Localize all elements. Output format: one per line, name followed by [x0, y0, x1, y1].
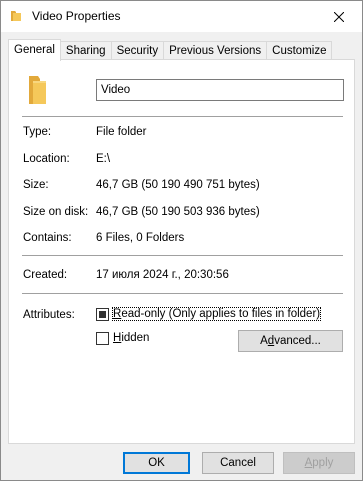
created-label: Created:	[23, 269, 68, 281]
hidden-text: idden	[121, 332, 150, 344]
location-value: E:\	[96, 153, 111, 165]
ok-button[interactable]: OK	[123, 452, 190, 474]
properties-window: Video Properties General Sharing Securit…	[0, 0, 363, 481]
tab-previous-versions[interactable]: Previous Versions	[163, 41, 268, 61]
close-icon	[334, 11, 344, 22]
separator	[22, 293, 343, 294]
folder-name-input[interactable]	[96, 79, 344, 101]
hidden-label[interactable]: Hidden	[113, 332, 149, 344]
size-label: Size:	[23, 179, 49, 191]
apply-text: pply	[312, 457, 334, 469]
close-button[interactable]	[316, 1, 362, 32]
location-label: Location:	[23, 153, 70, 165]
apply-mnemonic: A	[304, 457, 313, 469]
tab-general[interactable]: General	[8, 39, 61, 61]
separator	[22, 116, 343, 117]
advanced-pre: A	[260, 335, 268, 347]
tab-security[interactable]: Security	[110, 41, 165, 61]
attributes-label: Attributes:	[23, 309, 75, 321]
size-on-disk-value: 46,7 GB (50 190 503 936 bytes)	[96, 206, 260, 218]
general-panel: Type: File folder Location: E:\ Size: 46…	[8, 59, 355, 444]
advanced-button[interactable]: Ad vanced...	[238, 330, 343, 352]
readonly-checkbox[interactable]	[96, 308, 109, 321]
advanced-post: vanced...	[274, 335, 321, 347]
type-label: Type:	[23, 126, 52, 138]
cancel-button[interactable]: Cancel	[202, 452, 274, 474]
size-value: 46,7 GB (50 190 490 751 bytes)	[96, 179, 260, 191]
type-value: File folder	[96, 126, 147, 138]
tab-strip: General Sharing Security Previous Versio…	[8, 39, 333, 61]
contains-value: 6 Files, 0 Folders	[96, 232, 185, 244]
hidden-checkbox[interactable]	[96, 332, 109, 345]
size-on-disk-label: Size on disk:	[23, 206, 89, 218]
title-bar: Video Properties	[1, 1, 362, 32]
created-value: 17 июля 2024 г., 20:30:56	[96, 269, 229, 281]
readonly-label[interactable]: Read-only (Only applies to files in fold…	[111, 307, 322, 321]
readonly-text: ead-only (Only applies to files in folde…	[121, 308, 321, 320]
folder-icon	[11, 11, 21, 21]
contains-label: Contains:	[23, 232, 72, 244]
tab-customize[interactable]: Customize	[266, 41, 333, 61]
separator	[22, 255, 343, 256]
folder-icon	[29, 76, 46, 104]
apply-button[interactable]: Apply	[283, 452, 355, 474]
tab-sharing[interactable]: Sharing	[59, 41, 112, 61]
window-title: Video Properties	[32, 9, 121, 23]
